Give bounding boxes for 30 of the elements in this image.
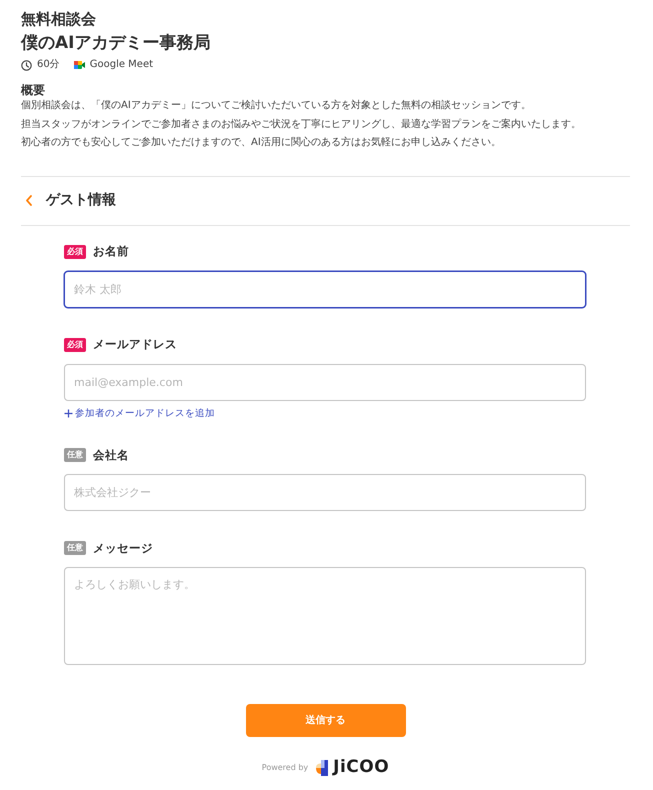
- required-tag: 必須: [64, 244, 86, 258]
- platform-text: Google Meet: [90, 58, 154, 72]
- section-title: ゲスト情報: [46, 191, 116, 210]
- field-label: 会社名: [93, 446, 129, 464]
- plus-icon: [64, 409, 73, 418]
- field-label: メッセージ: [93, 540, 153, 556]
- overview-heading: 概要: [21, 83, 46, 97]
- powered-by-text: Powered by: [262, 762, 308, 774]
- clock-icon: [21, 60, 32, 70]
- overview-text: 個別相談会は、「僕のAIアカデミー」についてご検討いただいている方を対象とした無料の相談セッションです。: [21, 98, 532, 113]
- optional-tag: 任意: [64, 541, 86, 556]
- back-button[interactable]: [25, 195, 33, 206]
- field-label: お名前: [93, 242, 129, 260]
- duration-text: 60分: [37, 58, 60, 72]
- field-label: メールアドレス: [93, 336, 177, 353]
- overview-text: 担当スタッフがオンラインでご参加者さまのお悩みやご状況を丁寧にヒアリングし、最適な学習プランをご案内いたします。: [21, 118, 582, 132]
- message-field[interactable]: よろしくお願いします。: [64, 567, 586, 666]
- video-camera-icon: [74, 60, 85, 70]
- add-email-link[interactable]: 参加者のメールアドレスを追加: [64, 406, 215, 421]
- event-category: 無料相談会: [21, 9, 97, 29]
- back-chevron-icon: [25, 195, 33, 206]
- input-field[interactable]: 鈴木 太郎: [64, 270, 586, 308]
- overview-text: 初心者の方でも安心してご参加いただけますので、AI活用に関心のある方はお気軽にお申し込みください。: [21, 136, 502, 150]
- brand-name: JiCOO: [333, 756, 390, 780]
- input-field[interactable]: 株式会社ジクー: [64, 474, 586, 512]
- event-title: 僕のAIアカデミー事務局: [21, 32, 212, 55]
- input-field[interactable]: mail@example.com: [64, 364, 586, 400]
- optional-tag: 任意: [64, 448, 86, 462]
- required-tag: 必須: [64, 338, 86, 352]
- logo-mark-icon: [315, 758, 330, 777]
